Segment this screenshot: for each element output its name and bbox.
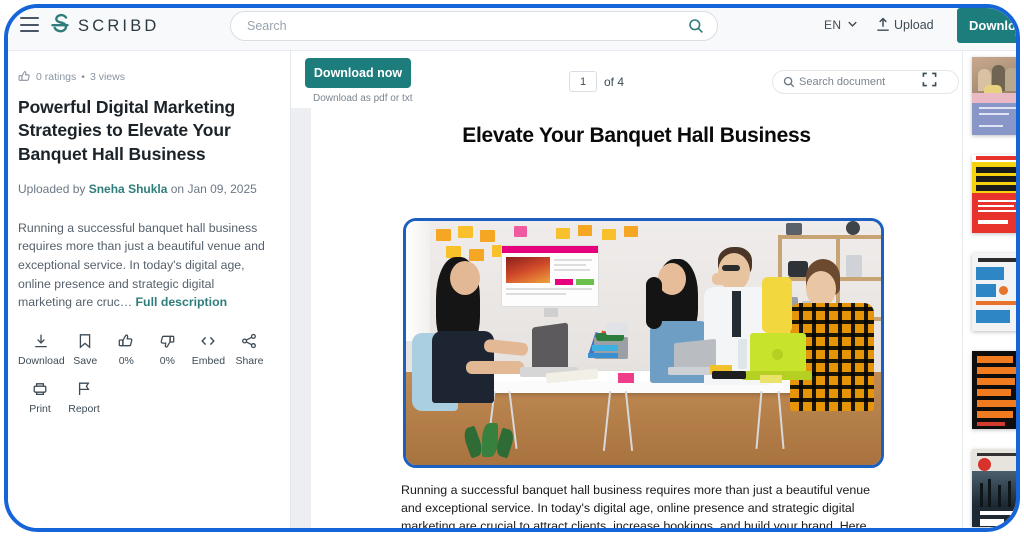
document-toolbar: Download now Download as pdf or txt of 4 xyxy=(291,51,962,108)
document-actions-row-2: Print Report xyxy=(18,381,270,415)
full-description-link[interactable]: Full description xyxy=(136,295,228,309)
document-viewer: Download now Download as pdf or txt of 4… xyxy=(291,51,962,532)
action-save[interactable]: Save xyxy=(65,333,106,367)
search-icon xyxy=(783,76,795,88)
team-meeting-photo xyxy=(403,218,884,468)
page-number-field[interactable] xyxy=(570,72,596,92)
paragraph-text-before-link: Running a successful banquet hall busine… xyxy=(401,483,871,532)
document-stats: 0 ratings • 3 views xyxy=(18,70,270,83)
action-save-label: Save xyxy=(73,355,98,368)
page-gutter xyxy=(291,108,311,528)
stats-separator: • xyxy=(81,70,85,83)
page-total-label: of 4 xyxy=(604,75,625,89)
action-report-label: Report xyxy=(68,403,100,416)
share-icon xyxy=(242,333,257,349)
hamburger-menu-icon[interactable] xyxy=(20,17,39,32)
ratings-count: 0 ratings xyxy=(36,70,77,83)
global-search-box[interactable] xyxy=(230,11,718,41)
uploader-link[interactable]: Sneha Shukla xyxy=(89,182,168,196)
download-button-top[interactable]: Download xyxy=(957,8,1016,43)
related-documents-rail xyxy=(962,51,1016,528)
action-share[interactable]: Share xyxy=(229,333,270,367)
download-button-top-label: Download xyxy=(969,18,1016,33)
document-description: Running a successful banquet hall busine… xyxy=(18,219,270,312)
flag-icon xyxy=(78,382,90,396)
rise-of-isis-cover[interactable] xyxy=(972,449,1016,527)
document-info-sidebar: 0 ratings • 3 views Powerful Digital Mar… xyxy=(8,51,291,528)
action-like-label: 0% xyxy=(118,355,134,368)
upload-date: on Jan 09, 2025 xyxy=(167,181,257,196)
action-dislike[interactable]: 0% xyxy=(147,333,188,367)
download-format-hint: Download as pdf or txt xyxy=(313,93,413,104)
little-women-cover[interactable] xyxy=(972,57,1016,135)
page-title: Powerful Digital Marketing Strategies to… xyxy=(18,97,236,164)
top-navigation-bar: SCRIBD EN Upload Download xyxy=(8,8,1016,51)
chevron-down-icon[interactable] xyxy=(848,21,857,27)
action-embed[interactable]: Embed xyxy=(188,333,229,367)
code-embed-icon xyxy=(201,336,216,346)
action-embed-label: Embed xyxy=(191,355,226,368)
search-icon[interactable] xyxy=(688,18,704,34)
download-now-button[interactable]: Download now xyxy=(305,58,411,88)
action-dislike-label: 0% xyxy=(159,355,175,368)
hard-thing-about-hard-things-cover[interactable] xyxy=(972,351,1016,429)
bookmark-icon xyxy=(79,334,91,349)
upload-button[interactable]: Upload xyxy=(894,18,934,32)
scribd-logo-icon[interactable] xyxy=(48,12,72,38)
fullscreen-icon[interactable] xyxy=(922,72,937,87)
search-input[interactable] xyxy=(247,12,677,40)
printer-icon xyxy=(33,383,47,396)
views-count: 3 views xyxy=(89,70,125,83)
action-download-label: Download xyxy=(18,355,65,368)
screenshot-frame: SCRIBD EN Upload Download 0 ratings • xyxy=(4,4,1020,532)
action-download[interactable]: Download xyxy=(18,333,65,367)
action-print-label: Print xyxy=(29,403,51,416)
document-actions-row-1: Download Save 0% 0% Embed Share xyxy=(18,333,270,367)
action-share-label: Share xyxy=(235,355,264,368)
uploader-line: Uploaded by Sneha Shukla on Jan 09, 2025 xyxy=(18,181,270,198)
thumbs-down-icon xyxy=(160,335,175,348)
thumbs-up-icon xyxy=(118,334,133,347)
language-selector[interactable]: EN xyxy=(824,18,841,32)
thumbs-up-icon xyxy=(18,71,30,81)
action-report[interactable]: Report xyxy=(62,381,106,415)
scribd-wordmark[interactable]: SCRIBD xyxy=(78,17,160,36)
action-like[interactable]: 0% xyxy=(106,333,147,367)
download-icon xyxy=(35,334,48,348)
action-print[interactable]: Print xyxy=(18,381,62,415)
document-page: Elevate Your Banquet Hall Business Runni… xyxy=(311,108,962,532)
uploaded-by-label: Uploaded by xyxy=(18,181,89,196)
document-heading: Elevate Your Banquet Hall Business xyxy=(462,124,811,147)
page-number-input[interactable] xyxy=(569,71,597,92)
document-paragraph: Running a successful banquet hall busine… xyxy=(401,481,883,532)
never-split-the-difference-cover[interactable] xyxy=(972,155,1016,233)
the-gifts-of-imperfection-cover[interactable] xyxy=(972,253,1016,331)
upload-icon[interactable] xyxy=(876,17,890,32)
